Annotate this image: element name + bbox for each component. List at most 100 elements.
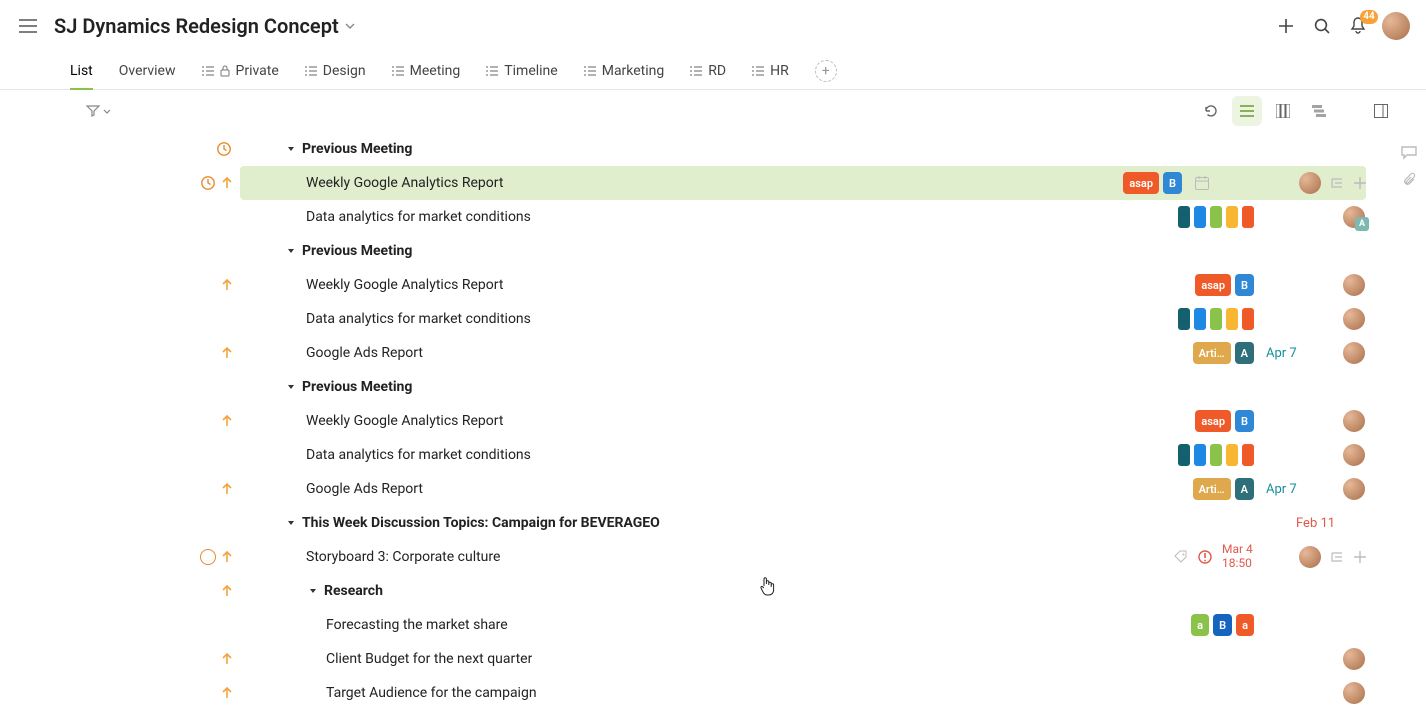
title-dropdown[interactable]: SJ Dynamics Redesign Concept — [54, 14, 355, 38]
tag[interactable]: A — [1235, 478, 1254, 500]
tag[interactable] — [1194, 444, 1206, 466]
tag[interactable] — [1178, 206, 1190, 228]
tab-list[interactable]: List — [70, 52, 93, 89]
tag[interactable] — [1194, 206, 1206, 228]
section-row[interactable]: Previous Meeting — [240, 234, 1366, 268]
tag[interactable]: B — [1235, 410, 1254, 432]
bell-button[interactable]: 44 — [1340, 8, 1376, 44]
tag[interactable]: B — [1213, 614, 1232, 636]
task-row[interactable]: Google Ads ReportArti…AApr 7 — [240, 336, 1366, 370]
priority-arrow-icon — [222, 687, 232, 699]
tag[interactable]: Arti… — [1193, 478, 1231, 500]
view-timeline-button[interactable] — [1304, 96, 1334, 126]
task-row[interactable]: Target Audience for the campaign — [240, 676, 1366, 710]
section-row[interactable]: This Week Discussion Topics: Campaign fo… — [240, 506, 1366, 540]
task-row[interactable]: Storyboard 3: Corporate cultureMar 418:5… — [240, 540, 1366, 574]
add-tab-button[interactable]: + — [815, 60, 837, 82]
tag[interactable] — [1242, 444, 1254, 466]
tag[interactable] — [1210, 444, 1222, 466]
tab-rd[interactable]: RD — [690, 52, 726, 89]
tag[interactable] — [1178, 308, 1190, 330]
tag[interactable]: B — [1163, 172, 1182, 194]
assignee[interactable] — [1336, 410, 1366, 432]
assignee[interactable] — [1336, 478, 1366, 500]
tag[interactable]: a — [1236, 614, 1254, 636]
section-row[interactable]: Previous Meeting — [240, 370, 1366, 404]
due-date[interactable]: Apr 7 — [1266, 346, 1336, 361]
tag[interactable]: A — [1235, 342, 1254, 364]
task-row[interactable]: Weekly Google Analytics ReportasapB — [240, 166, 1366, 200]
tag[interactable] — [1210, 206, 1222, 228]
collapse-toggle[interactable] — [306, 587, 320, 595]
user-avatar[interactable] — [1382, 12, 1410, 40]
tag[interactable] — [1242, 206, 1254, 228]
tab-hr[interactable]: HR — [752, 52, 789, 89]
tab-timeline[interactable]: Timeline — [486, 52, 557, 89]
task-row[interactable]: Weekly Google Analytics ReportasapB — [240, 268, 1366, 302]
collapse-toggle[interactable] — [284, 145, 298, 153]
undo-button[interactable] — [1196, 96, 1226, 126]
view-board-button[interactable] — [1268, 96, 1298, 126]
assignee[interactable] — [1336, 274, 1366, 296]
due-date[interactable]: Apr 7 — [1266, 482, 1336, 497]
assignee[interactable] — [1336, 342, 1366, 364]
collapse-toggle[interactable] — [284, 519, 298, 527]
assignee[interactable] — [1336, 206, 1366, 228]
tag[interactable] — [1194, 308, 1206, 330]
tag[interactable] — [1226, 206, 1238, 228]
tag[interactable]: asap — [1123, 172, 1159, 194]
tag[interactable]: Arti… — [1193, 342, 1231, 364]
assignee[interactable] — [1336, 682, 1366, 704]
attachments-icon[interactable] — [1402, 172, 1416, 188]
due-date[interactable]: Mar 418:50 — [1222, 543, 1292, 571]
subtask-button[interactable] — [1330, 177, 1344, 189]
tag[interactable]: a — [1191, 614, 1209, 636]
calendar-icon[interactable] — [1194, 175, 1210, 191]
tag[interactable]: B — [1235, 274, 1254, 296]
task-row[interactable]: Client Budget for the next quarter — [240, 642, 1366, 676]
section-row[interactable]: Previous Meeting — [240, 132, 1366, 166]
tag[interactable] — [1178, 444, 1190, 466]
plus-button[interactable] — [1268, 8, 1304, 44]
panel-toggle-button[interactable] — [1366, 96, 1396, 126]
tag[interactable] — [1210, 308, 1222, 330]
add-button[interactable] — [1354, 551, 1366, 563]
collapse-toggle[interactable] — [284, 247, 298, 255]
tab-private[interactable]: Private — [202, 52, 279, 89]
row-actions — [1330, 177, 1366, 189]
comments-icon[interactable] — [1401, 146, 1417, 160]
assignee[interactable] — [1336, 648, 1366, 670]
tag[interactable] — [1242, 308, 1254, 330]
task-row[interactable]: Weekly Google Analytics ReportasapB — [240, 404, 1366, 438]
task-row[interactable]: Data analytics for market conditions — [240, 302, 1366, 336]
tag-icon[interactable] — [1174, 550, 1188, 564]
status-circle-icon[interactable] — [200, 549, 216, 565]
filter-button[interactable] — [80, 101, 117, 121]
tags — [1178, 308, 1254, 330]
task-row[interactable]: Data analytics for market conditions — [240, 200, 1366, 234]
assignee[interactable] — [1336, 444, 1366, 466]
subtask-button[interactable] — [1330, 551, 1344, 563]
tag[interactable] — [1226, 444, 1238, 466]
add-button[interactable] — [1354, 177, 1366, 189]
assignee[interactable] — [1292, 172, 1322, 194]
tab-meeting[interactable]: Meeting — [392, 52, 461, 89]
assignee[interactable] — [1336, 308, 1366, 330]
search-button[interactable] — [1304, 8, 1340, 44]
tag[interactable]: asap — [1195, 410, 1231, 432]
task-row[interactable]: Forecasting the market shareaBa — [240, 608, 1366, 642]
tab-marketing[interactable]: Marketing — [584, 52, 665, 89]
assignee[interactable] — [1292, 546, 1322, 568]
avatar-icon — [1343, 410, 1365, 432]
collapse-toggle[interactable] — [284, 383, 298, 391]
tag[interactable]: asap — [1195, 274, 1231, 296]
tab-overview[interactable]: Overview — [119, 52, 176, 89]
task-row[interactable]: Data analytics for market conditions — [240, 438, 1366, 472]
tag[interactable] — [1226, 308, 1238, 330]
task-row[interactable]: Google Ads ReportArti…AApr 7 — [240, 472, 1366, 506]
view-list-button[interactable] — [1232, 96, 1262, 126]
tab-design[interactable]: Design — [305, 52, 366, 89]
due-date[interactable]: Feb 11 — [1296, 516, 1366, 531]
hamburger-icon[interactable] — [10, 8, 46, 44]
section-row[interactable]: Research — [240, 574, 1366, 608]
